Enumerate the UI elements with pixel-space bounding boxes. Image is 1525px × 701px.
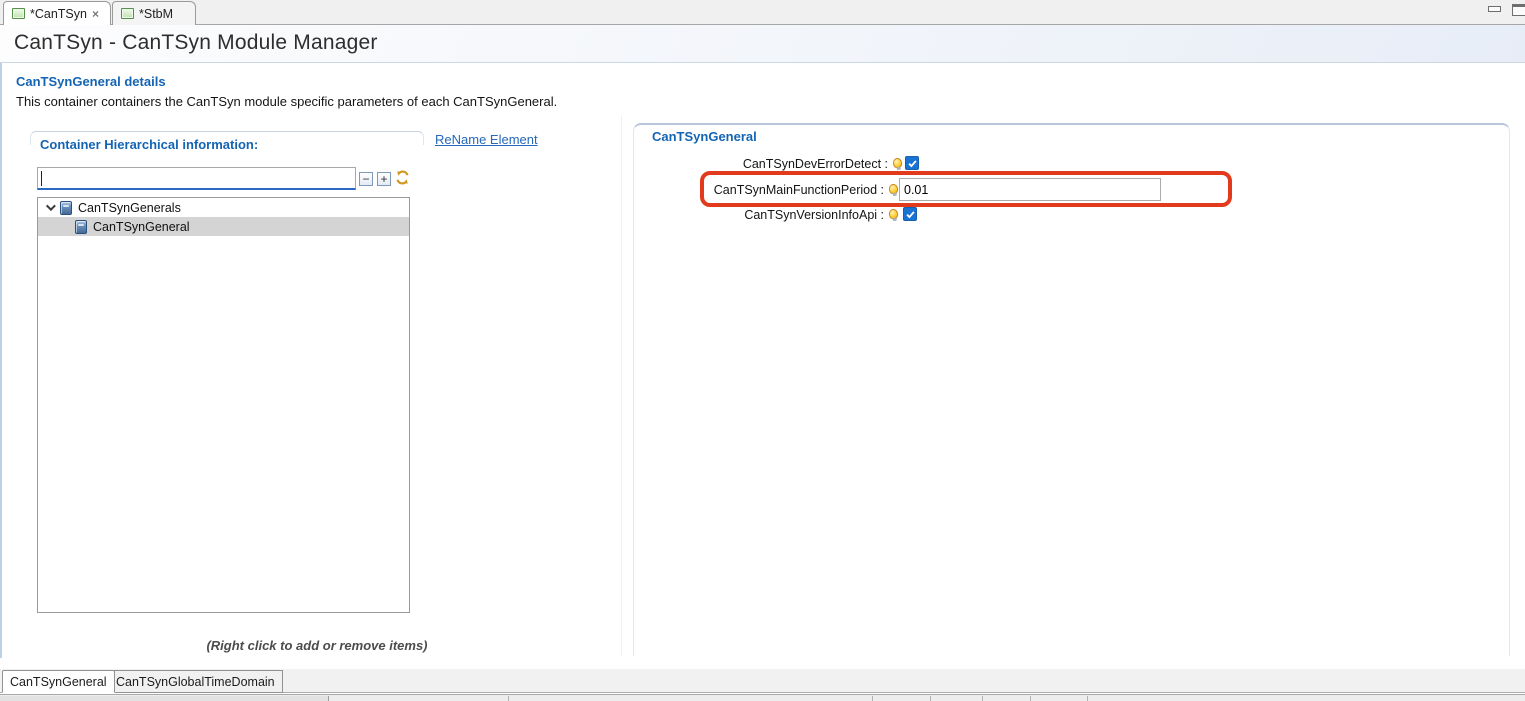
- rename-element-link[interactable]: ReName Element: [435, 132, 538, 147]
- bottom-tab-label: CanTSynGeneral: [10, 675, 107, 689]
- close-icon[interactable]: ×: [92, 8, 99, 20]
- tree-hint-text: (Right click to add or remove items): [37, 638, 597, 653]
- container-icon: [75, 220, 87, 234]
- bottom-tab-bar: CanTSynGeneral CanTSynGlobalTimeDomain: [0, 669, 1525, 693]
- editor-tab-label: *CanTSyn: [30, 7, 87, 21]
- mainfunctionperiod-input[interactable]: [899, 178, 1161, 201]
- strip-divider: [872, 696, 873, 701]
- expand-all-icon[interactable]: +: [377, 172, 391, 186]
- minimize-view-icon[interactable]: [1488, 6, 1501, 12]
- editor-tab-cantsyn[interactable]: *CanTSyn ×: [3, 1, 111, 25]
- panel-divider: [621, 115, 622, 656]
- module-icon: [12, 8, 25, 19]
- hierarchy-filter-input[interactable]: [37, 167, 356, 190]
- page-title: CanTSyn - CanTSyn Module Manager: [14, 31, 378, 55]
- strip-divider: [1087, 696, 1088, 701]
- strip-divider: [508, 696, 509, 701]
- tree-node-label: CanTSynGenerals: [78, 201, 181, 215]
- collapse-all-icon[interactable]: −: [359, 172, 373, 186]
- refresh-icon[interactable]: [394, 169, 411, 186]
- maximize-view-icon[interactable]: [1512, 4, 1525, 16]
- tab-cantsynglobaltimedomain[interactable]: CanTSynGlobalTimeDomain: [108, 670, 283, 693]
- container-icon: [60, 201, 72, 215]
- deverrordetect-checkbox[interactable]: [905, 156, 919, 170]
- editor-tab-stbm[interactable]: *StbM: [112, 1, 196, 25]
- parameters-panel-title: CanTSynGeneral: [648, 129, 761, 144]
- form-title-band: CanTSyn - CanTSyn Module Manager: [0, 25, 1525, 63]
- details-description: This container containers the CanTSyn mo…: [16, 94, 557, 109]
- container-hierarchy-tree: CanTSynGenerals CanTSynGeneral: [37, 197, 410, 613]
- bottom-cutoff-strip: [0, 694, 1525, 701]
- tree-node-label: CanTSynGeneral: [93, 220, 190, 234]
- hierarchy-section-title: Container Hierarchical information:: [36, 137, 262, 152]
- tree-row-cantsyngenerals[interactable]: CanTSynGenerals: [38, 198, 409, 217]
- strip-divider: [930, 696, 931, 701]
- param-label-mainfunctionperiod: CanTSynMainFunctionPeriod :: [640, 183, 884, 197]
- parameters-panel: [633, 123, 1510, 656]
- module-icon: [121, 8, 134, 19]
- tab-cantsyngeneral[interactable]: CanTSynGeneral: [2, 670, 115, 693]
- bottom-tab-label: CanTSynGlobalTimeDomain: [116, 675, 275, 689]
- strip-divider: [1030, 696, 1031, 701]
- strip-divider: [982, 696, 983, 701]
- editor-tab-bar: *CanTSyn × *StbM: [0, 0, 1525, 25]
- text-caret: [41, 171, 42, 186]
- param-label-versioninfoapi: CanTSynVersionInfoApi :: [640, 208, 884, 222]
- versioninfoapi-checkbox[interactable]: [903, 207, 917, 221]
- details-heading: CanTSynGeneral details: [16, 74, 166, 89]
- chevron-down-icon[interactable]: [46, 201, 56, 211]
- editor-tab-label: *StbM: [139, 7, 173, 21]
- tree-row-cantsyngeneral[interactable]: CanTSynGeneral: [38, 217, 409, 236]
- strip-segment: [0, 696, 329, 701]
- param-label-deverrordetect: CanTSynDevErrorDetect :: [640, 157, 888, 171]
